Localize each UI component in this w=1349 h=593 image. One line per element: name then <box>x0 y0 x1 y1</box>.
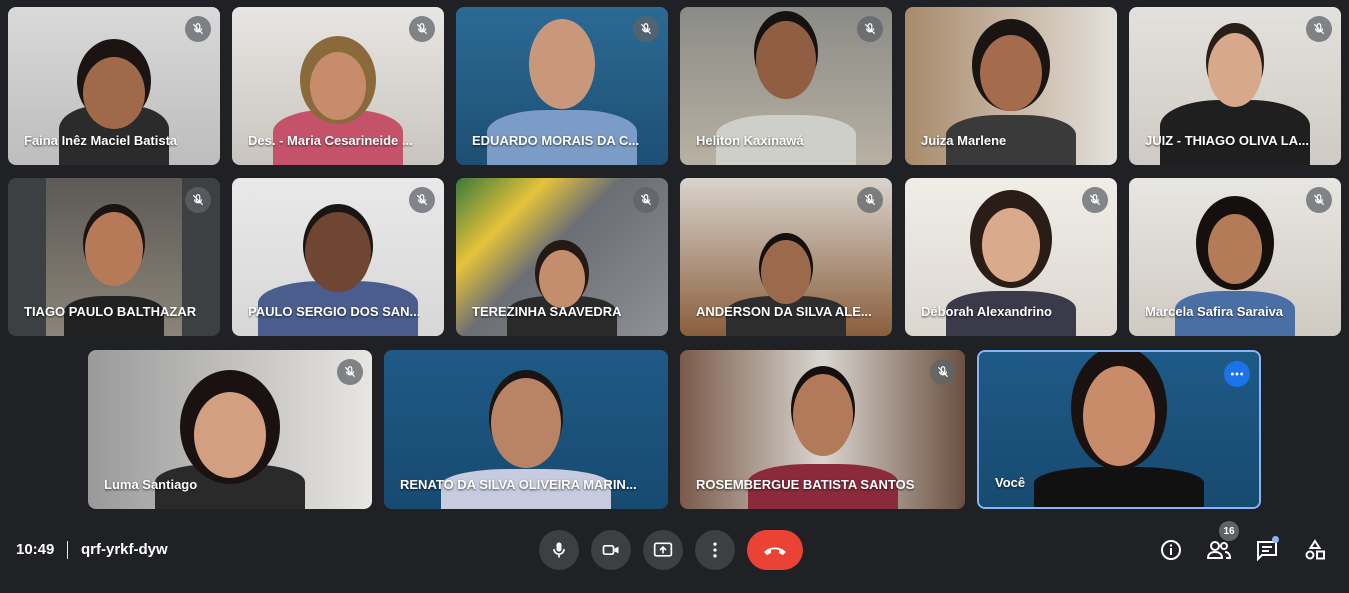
participant-name: Você <box>995 475 1026 490</box>
participant-tile[interactable]: PAULO SERGIO DOS SAN... <box>232 178 444 336</box>
participant-name: ROSEMBERGUE BATISTA SANTOS <box>696 477 915 492</box>
mic-muted-icon <box>185 16 211 42</box>
participant-video-face <box>539 250 585 308</box>
mic-muted-icon <box>633 16 659 42</box>
mic-muted-icon <box>337 359 363 385</box>
participant-name: RENATO DA SILVA OLIVEIRA MARIN... <box>400 477 637 492</box>
mic-muted-icon <box>1306 16 1332 42</box>
mic-muted-icon <box>409 16 435 42</box>
participant-video-face <box>305 212 371 292</box>
activities-icon <box>1305 539 1325 560</box>
info-button[interactable] <box>1156 535 1186 565</box>
mic-muted-icon <box>1082 187 1108 213</box>
participant-name: Déborah Alexandrino <box>921 304 1052 319</box>
meeting-code: qrf-yrkf-dyw <box>81 541 168 558</box>
mic-muted-icon <box>185 187 211 213</box>
self-view-tile[interactable]: Você <box>977 350 1261 509</box>
more-options-icon <box>713 542 717 558</box>
participant-tile[interactable]: EDUARDO MORAIS DA C... <box>456 7 668 165</box>
divider <box>67 541 68 559</box>
present-screen-icon <box>653 542 673 557</box>
mic-muted-icon <box>857 187 883 213</box>
participant-video-face <box>982 208 1040 282</box>
people-count-badge: 16 <box>1219 521 1239 541</box>
participant-name: Juiza Marlene <box>921 133 1007 148</box>
mic-icon <box>553 542 565 558</box>
mic-muted-icon <box>1306 187 1332 213</box>
participant-video-face <box>761 240 811 304</box>
participant-tile[interactable]: Heliton Kaxinawá <box>680 7 892 165</box>
participant-name: PAULO SERGIO DOS SAN... <box>248 304 421 319</box>
end-call-button[interactable] <box>747 530 803 570</box>
participant-video-face <box>756 21 816 99</box>
participant-name: Heliton Kaxinawá <box>696 133 804 148</box>
participant-video-face <box>310 52 366 120</box>
present-screen-button[interactable] <box>643 530 683 570</box>
participant-name: Faina Inêz Maciel Batista <box>24 133 178 148</box>
more-options-icon[interactable] <box>1224 361 1250 387</box>
mic-muted-icon <box>633 187 659 213</box>
info-icon <box>1161 540 1181 560</box>
unread-indicator <box>1272 536 1279 543</box>
mic-muted-icon <box>857 16 883 42</box>
mic-button[interactable] <box>539 530 579 570</box>
participant-tile[interactable]: Luma Santiago <box>88 350 372 509</box>
mic-muted-icon <box>409 187 435 213</box>
participant-video-face <box>980 35 1042 111</box>
activities-button[interactable] <box>1300 535 1330 565</box>
mic-muted-icon <box>930 359 956 385</box>
participant-tile[interactable]: TEREZINHA SAAVEDRA <box>456 178 668 336</box>
participant-tile[interactable]: ANDERSON DA SILVA ALE... <box>680 178 892 336</box>
end-call-icon <box>764 547 786 555</box>
participant-video <box>1034 467 1204 507</box>
participant-tile[interactable]: RENATO DA SILVA OLIVEIRA MARIN... <box>384 350 668 509</box>
participant-video-face <box>85 212 143 286</box>
participant-tile[interactable]: TIAGO PAULO BALTHAZAR <box>8 178 220 336</box>
participant-video-face <box>194 392 266 478</box>
participant-video-face <box>1208 33 1262 107</box>
camera-button[interactable] <box>591 530 631 570</box>
participant-video-face <box>1083 366 1155 466</box>
participant-name: TIAGO PAULO BALTHAZAR <box>24 304 197 319</box>
participant-name: EDUARDO MORAIS DA C... <box>472 133 640 148</box>
participant-video-face <box>491 378 561 468</box>
participant-tile[interactable]: Déborah Alexandrino <box>905 178 1117 336</box>
participant-tile[interactable]: Faina Inêz Maciel Batista <box>8 7 220 165</box>
meeting-time: 10:49 <box>16 541 55 558</box>
participant-tile[interactable]: Marcela Safira Saraiva <box>1129 178 1341 336</box>
participant-name: TEREZINHA SAAVEDRA <box>472 304 622 319</box>
participant-video-face <box>529 19 595 109</box>
participant-name: Marcela Safira Saraiva <box>1145 304 1284 319</box>
camera-icon <box>602 545 619 555</box>
participant-tile[interactable]: Des. - Maria Cesarineide ... <box>232 7 444 165</box>
participant-tile[interactable]: Juiza Marlene <box>905 7 1117 165</box>
participant-name: Luma Santiago <box>104 477 198 492</box>
more-options-button[interactable] <box>695 530 735 570</box>
participant-name: ANDERSON DA SILVA ALE... <box>696 304 872 319</box>
participant-tile[interactable]: JUIZ - THIAGO OLIVA LA... <box>1129 7 1341 165</box>
participant-name: Des. - Maria Cesarineide ... <box>248 133 413 148</box>
people-icon <box>1206 541 1232 559</box>
participant-name: JUIZ - THIAGO OLIVA LA... <box>1145 133 1309 148</box>
participant-video-face <box>792 374 853 456</box>
participant-tile[interactable]: ROSEMBERGUE BATISTA SANTOS <box>680 350 965 509</box>
participant-video-face <box>83 57 145 129</box>
participant-video-face <box>1208 214 1262 284</box>
